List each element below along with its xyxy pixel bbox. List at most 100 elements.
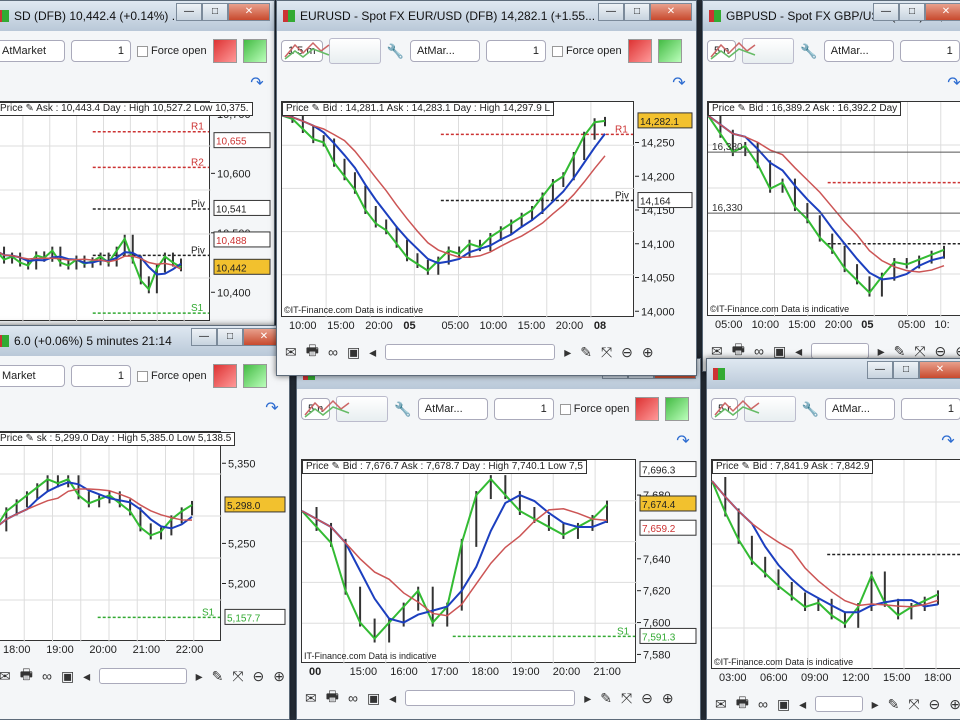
quantity-stepper[interactable]: 1 xyxy=(493,398,554,420)
scroll-left-button[interactable]: ◂ xyxy=(389,690,396,707)
print-icon[interactable]: 🖶 xyxy=(20,664,33,688)
quantity-stepper[interactable]: 1 xyxy=(71,40,131,62)
indicators-icon[interactable] xyxy=(304,396,389,422)
time-scrollbar[interactable] xyxy=(385,344,556,360)
buy-button[interactable] xyxy=(242,364,267,388)
link-icon[interactable]: ∞ xyxy=(348,690,358,706)
quantity-stepper[interactable]: 1 xyxy=(71,365,131,387)
scroll-right-button[interactable]: ▸ xyxy=(196,668,203,685)
force-open-checkbox[interactable]: Force open xyxy=(137,370,207,382)
email-icon[interactable]: ✉ xyxy=(305,690,317,707)
order-type-select[interactable]: AtMar... xyxy=(417,398,488,420)
link-icon[interactable]: ∞ xyxy=(42,668,52,684)
drawing-tool-icon[interactable]: ✎ xyxy=(600,690,612,707)
print-icon[interactable]: 🖶 xyxy=(736,692,749,716)
export-icon[interactable]: ▣ xyxy=(367,690,380,707)
print-icon[interactable]: 🖶 xyxy=(306,340,319,364)
zoom-out-icon[interactable]: ⊖ xyxy=(641,690,653,707)
scroll-right-button[interactable]: ▸ xyxy=(872,696,879,713)
maximize-button[interactable]: □ xyxy=(899,3,925,21)
price-chart[interactable]: Price ✎ Bid : 14,281.1 Ask : 14,283.1 Da… xyxy=(281,101,693,318)
quantity-stepper[interactable]: 1 xyxy=(485,40,546,62)
time-scrollbar[interactable] xyxy=(99,668,187,684)
price-chart[interactable]: Price ✎ Bid : 7,841.9 Ask : 7,842.9 ©IT-F… xyxy=(711,459,960,670)
chart-window-w2[interactable]: EURUSD - Spot FX EUR/USD (DFB) 14,282.1 … xyxy=(276,0,697,376)
zoom-in-icon[interactable]: ⊕ xyxy=(642,344,654,361)
order-type-select[interactable]: AtMarket xyxy=(0,40,65,62)
price-chart[interactable]: Price ✎ Ask : 10,443.4 Day : High 10,527… xyxy=(0,101,271,322)
close-button[interactable]: ✕ xyxy=(228,3,270,21)
scroll-right-button[interactable]: ▸ xyxy=(584,690,591,707)
zoom-in-icon[interactable]: ⊕ xyxy=(273,668,285,685)
link-icon[interactable]: ∞ xyxy=(758,696,768,712)
minimize-button[interactable]: — xyxy=(191,328,217,346)
scroll-left-button[interactable]: ◂ xyxy=(799,696,806,713)
time-scrollbar[interactable] xyxy=(815,696,863,712)
email-icon[interactable]: ✉ xyxy=(715,696,727,713)
reverse-position-icon[interactable]: ↷ xyxy=(246,73,268,95)
scroll-left-button[interactable]: ◂ xyxy=(369,344,376,361)
minimize-button[interactable]: — xyxy=(867,361,893,379)
minimize-button[interactable]: — xyxy=(598,3,624,21)
drawing-tool-icon[interactable]: ✎ xyxy=(888,696,900,713)
time-scrollbar[interactable] xyxy=(405,690,576,706)
indicators-icon[interactable] xyxy=(710,38,795,64)
title-bar[interactable]: —□✕ xyxy=(707,359,960,389)
sell-button[interactable] xyxy=(212,364,237,388)
zoom-fit-icon[interactable]: ⤧ xyxy=(621,690,632,707)
scroll-right-button[interactable]: ▸ xyxy=(878,343,885,360)
zoom-fit-icon[interactable]: ⤧ xyxy=(914,343,925,360)
force-open-checkbox[interactable]: Force open xyxy=(137,45,207,57)
buy-button[interactable] xyxy=(665,397,690,421)
email-icon[interactable]: ✉ xyxy=(285,344,297,361)
reverse-position-icon[interactable]: ↷ xyxy=(672,431,694,453)
zoom-fit-icon[interactable]: ⤧ xyxy=(601,344,612,361)
reverse-position-icon[interactable]: ↷ xyxy=(937,431,959,453)
buy-button[interactable] xyxy=(657,39,682,63)
quantity-stepper[interactable]: 1 xyxy=(899,40,960,62)
zoom-out-icon[interactable]: ⊖ xyxy=(253,668,265,685)
price-chart[interactable]: Price ✎ Bid : 16,389.2 Ask : 16,392.2 Da… xyxy=(707,101,960,317)
wrench-icon[interactable]: 🔧 xyxy=(800,43,817,60)
wrench-icon[interactable]: 🔧 xyxy=(802,401,819,418)
zoom-in-icon[interactable]: ⊕ xyxy=(949,696,960,713)
force-open-checkbox[interactable]: Force open xyxy=(559,403,629,415)
drawing-tool-icon[interactable]: ✎ xyxy=(580,344,592,361)
zoom-in-icon[interactable]: ⊕ xyxy=(955,343,960,360)
order-type-select[interactable]: AtMar... xyxy=(823,40,894,62)
chart-window-w6[interactable]: — □ ✕ 5 r 🔧 AtMar... 1 ↷ Price ✎ Bid : 7,841.9 A… xyxy=(706,358,960,720)
indicators-icon[interactable] xyxy=(714,396,796,422)
checkbox[interactable] xyxy=(559,403,571,415)
price-chart[interactable]: Price ✎ Bid : 7,676.7 Ask : 7,678.7 Day … xyxy=(301,459,697,664)
title-bar[interactable]: SD (DFB) 10,442.4 (+0.14%) ... — □ ✕ xyxy=(0,1,274,31)
export-icon[interactable]: ▣ xyxy=(347,344,360,361)
close-button[interactable]: ✕ xyxy=(925,3,960,21)
checkbox[interactable] xyxy=(137,370,148,382)
drawing-tool-icon[interactable]: ✎ xyxy=(212,668,224,685)
chart-window-w1[interactable]: SD (DFB) 10,442.4 (+0.14%) ... — □ ✕ AtMarke… xyxy=(0,0,275,326)
maximize-button[interactable]: □ xyxy=(893,361,919,379)
maximize-button[interactable]: □ xyxy=(217,328,243,346)
price-chart[interactable]: Price ✎ sk : 5,299.0 Day : High 5,385.0 … xyxy=(0,431,286,642)
email-icon[interactable]: ✉ xyxy=(711,343,723,360)
maximize-button[interactable]: □ xyxy=(624,3,650,21)
reverse-position-icon[interactable]: ↷ xyxy=(261,398,283,420)
buy-button[interactable] xyxy=(242,39,267,63)
email-icon[interactable]: ✉ xyxy=(0,668,11,685)
close-button[interactable]: ✕ xyxy=(919,361,960,379)
link-icon[interactable]: ∞ xyxy=(328,344,338,360)
order-type-select[interactable]: AtMar... xyxy=(409,40,480,62)
zoom-out-icon[interactable]: ⊖ xyxy=(621,344,633,361)
zoom-fit-icon[interactable]: ⤧ xyxy=(232,668,243,685)
close-button[interactable]: ✕ xyxy=(650,3,692,21)
checkbox[interactable] xyxy=(137,45,148,57)
sell-button[interactable] xyxy=(627,39,652,63)
maximize-button[interactable]: □ xyxy=(202,3,228,21)
minimize-button[interactable]: — xyxy=(873,3,899,21)
zoom-fit-icon[interactable]: ⤧ xyxy=(908,696,919,713)
chart-window-w5[interactable]: —□✕5 n🔧AtMar...1Force open↷Price ✎ Bid :… xyxy=(296,358,701,720)
chart-window-w4[interactable]: 6.0 (+0.06%) 5 minutes 21:14 — □ ✕ Market 1 Fo… xyxy=(0,325,290,720)
checkbox[interactable] xyxy=(551,45,563,57)
export-icon[interactable]: ▣ xyxy=(777,696,790,713)
export-icon[interactable]: ▣ xyxy=(61,668,74,685)
